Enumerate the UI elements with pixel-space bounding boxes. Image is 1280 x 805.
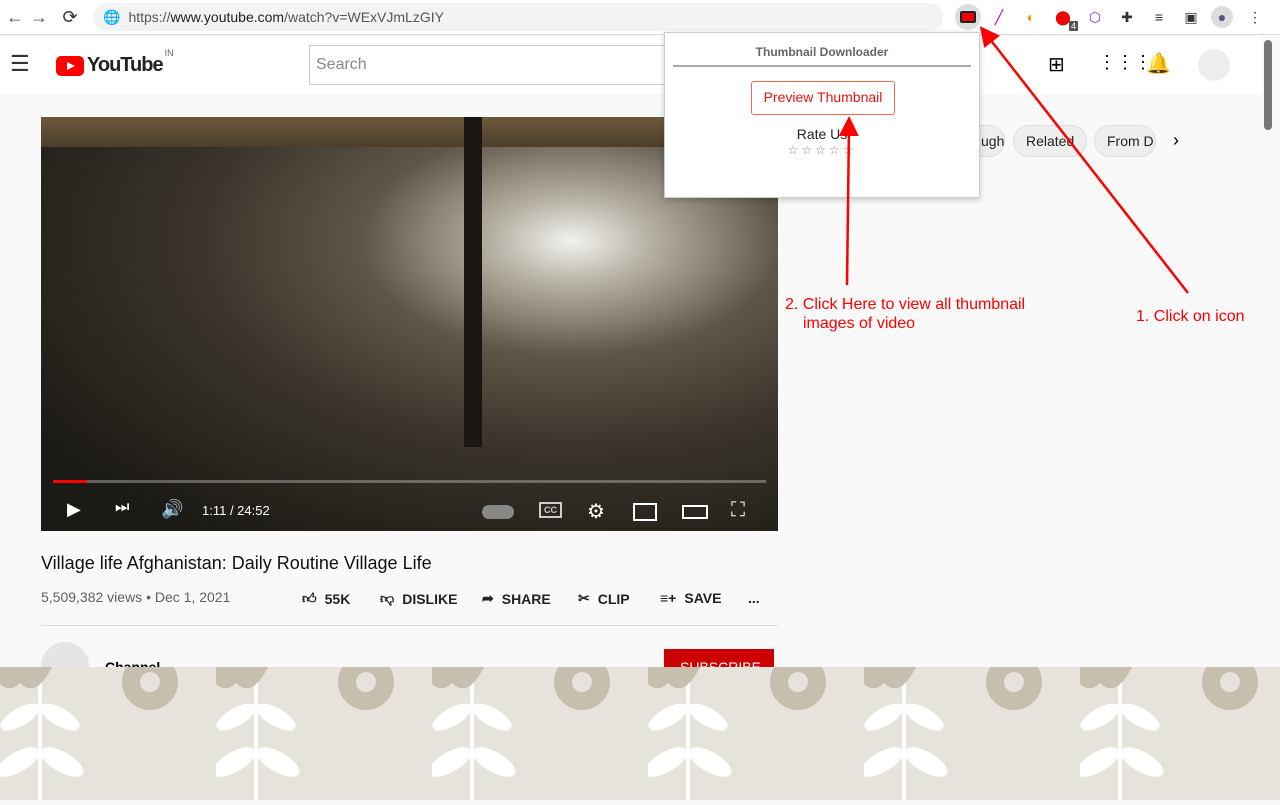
thumbs-up-icon: 👍︎ (302, 590, 317, 606)
circle-extension-icon[interactable]: ◐ (1020, 6, 1042, 28)
scrollbar[interactable] (1264, 40, 1272, 130)
url-path: /watch?v=WExVJmLzGIY (284, 9, 444, 25)
thumbnail-downloader-extension-icon[interactable] (955, 4, 981, 30)
forward-icon[interactable]: → (24, 7, 54, 28)
extension-badge: 4 (1068, 21, 1078, 31)
floral-pattern (0, 667, 1280, 800)
rate-us-label: Rate Us (796, 126, 848, 142)
media-queue-icon[interactable]: ≡ (1148, 6, 1170, 28)
divider (41, 625, 778, 626)
site-info-icon[interactable]: 🌐 (103, 9, 120, 26)
url-domain: www.youtube.com (170, 9, 285, 25)
puzzle-extensions-icon[interactable]: ✚ (1116, 6, 1138, 28)
playlist-add-icon: ≡+ (660, 590, 677, 606)
rating-stars[interactable]: ☆☆☆☆☆ (665, 143, 979, 157)
clip-label: CLIP (597, 590, 630, 607)
video-title: Village life Afghanistan: Daily Routine … (41, 553, 432, 573)
reload-icon[interactable]: ⟳ (55, 7, 85, 28)
next-icon[interactable]: ⏭ (115, 499, 129, 517)
clip-button[interactable]: ✂ CLIP (578, 590, 630, 607)
popup-divider (673, 65, 971, 67)
time-display: 1:11 / 24:52 (202, 503, 270, 518)
red-extension-icon[interactable]: ⬤ 4 (1052, 6, 1078, 31)
dislike-label: DISLIKE (402, 590, 458, 607)
annotation-step-1: 1. Click on icon (1136, 308, 1245, 325)
annotation-step-2-line-2: images of video (803, 315, 916, 332)
fullscreen-icon[interactable]: ⛶ (731, 499, 745, 522)
save-button[interactable]: ≡+ SAVE (660, 590, 721, 606)
chip-from[interactable]: From D (1094, 125, 1156, 157)
avatar[interactable] (1198, 49, 1230, 81)
youtube-play-icon (56, 55, 84, 76)
save-label: SAVE (684, 590, 722, 606)
chip-related[interactable]: Related (1013, 125, 1088, 157)
side-panel-icon[interactable]: ▣ (1180, 6, 1202, 28)
progress-fill (53, 480, 88, 483)
hamburger-menu-icon[interactable]: ☰ (10, 51, 30, 77)
address-bar[interactable]: 🌐 https://www.youtube.com/watch?v=WExVJm… (93, 3, 943, 31)
annotation-step-2-line-1: 2. Click Here to view all thumbnail (785, 296, 1026, 313)
play-icon[interactable]: ▶ (67, 499, 81, 520)
decorative-floral-banner (0, 667, 1280, 800)
url-prefix: https:// (128, 9, 171, 25)
like-button[interactable]: 👍︎ 55K (302, 590, 350, 607)
view-count: 5,509,382 views • Dec 1, 2021 (41, 589, 231, 605)
popup-title: Thumbnail Downloader (755, 45, 889, 59)
annotation-step-2: 2. Click Here to view all thumbnail image… (785, 295, 1025, 333)
share-label: SHARE (501, 590, 551, 607)
like-count: 55K (324, 590, 351, 607)
logo-text: YouTube (87, 54, 164, 76)
dislike-button[interactable]: 👎︎ DISLIKE (380, 590, 457, 607)
youtube-header: ☰ YouTube IN Search ⊞ ⋮⋮⋮ 🔔 (0, 36, 1262, 94)
youtube-logo[interactable]: YouTube IN (56, 48, 174, 77)
menu-kebab-icon[interactable]: ⋮ (1244, 6, 1266, 28)
autoplay-toggle[interactable] (482, 505, 514, 519)
apps-grid-icon[interactable]: ⋮⋮⋮ (1098, 52, 1152, 73)
thumbs-down-icon: 👎︎ (380, 590, 395, 606)
preview-thumbnail-button[interactable]: Preview Thumbnail (751, 81, 895, 115)
volume-icon[interactable]: 🔊 (161, 499, 183, 520)
scissors-icon: ✂ (578, 590, 590, 606)
create-video-icon[interactable]: ⊞ (1048, 52, 1065, 77)
progress-bar[interactable] (53, 480, 766, 483)
share-arrow-icon: ➦ (482, 590, 494, 606)
hexagon-extension-icon[interactable]: ⬡ (1084, 6, 1106, 28)
chevron-right-icon[interactable]: › (1173, 130, 1179, 151)
region-code: IN (164, 48, 174, 58)
settings-gear-icon[interactable]: ⚙ (587, 499, 605, 524)
profile-icon[interactable]: ● (1211, 6, 1233, 28)
captions-icon[interactable]: CC (539, 502, 562, 518)
pen-extension-icon[interactable]: ╱ (988, 6, 1010, 28)
miniplayer-icon[interactable] (633, 503, 657, 521)
share-button[interactable]: ➦ SHARE (482, 590, 551, 607)
more-actions-button[interactable]: ... (748, 590, 760, 606)
notifications-bell-icon[interactable]: 🔔 (1146, 51, 1171, 76)
theater-mode-icon[interactable] (682, 505, 708, 519)
video-frame-pole (464, 117, 482, 447)
search-input[interactable]: Search (309, 45, 669, 85)
thumbnail-downloader-popup: Thumbnail Downloader Preview Thumbnail R… (664, 32, 980, 198)
player-controls: ▶ ⏭ 🔊 1:11 / 24:52 CC ⚙ ⛶ (41, 493, 778, 529)
browser-toolbar: ← → ⟳ 🌐 https://www.youtube.com/watch?v=… (0, 0, 1280, 35)
